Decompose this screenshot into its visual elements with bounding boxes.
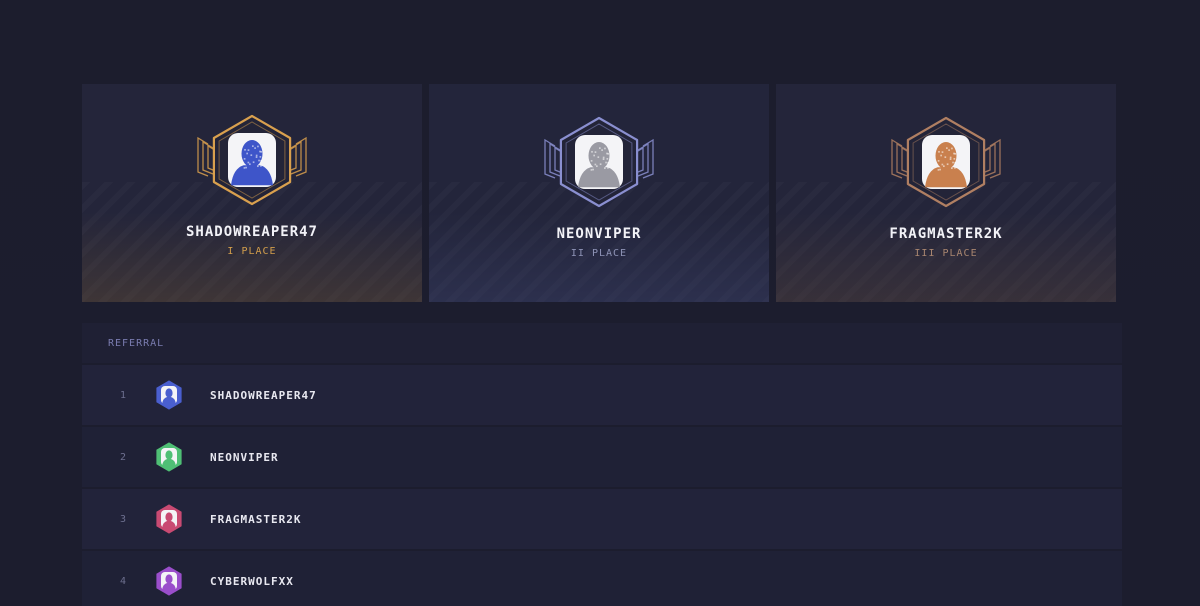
table-row[interactable]: 3 FRAGMASTER2K bbox=[82, 489, 1122, 549]
podium-place-label: III PLACE bbox=[914, 248, 978, 259]
table-header-label: REFERRAL bbox=[108, 337, 165, 349]
row-rank: 1 bbox=[119, 389, 127, 401]
table-row[interactable]: 1 SHADOWREAPER47 bbox=[82, 365, 1122, 425]
podium-player-name: FRAGMASTER2K bbox=[889, 226, 1003, 242]
referral-table: REFERRAL 1 SHADOWREAPER47 2 NEONVIPER 3 … bbox=[82, 323, 1122, 606]
avatar-icon bbox=[154, 566, 184, 596]
row-player-name: NEONVIPER bbox=[210, 450, 279, 464]
podium-place-label: II PLACE bbox=[570, 248, 628, 259]
avatar-icon bbox=[154, 380, 184, 410]
table-row[interactable]: 2 NEONVIPER bbox=[82, 427, 1122, 487]
avatar-icon bbox=[154, 504, 184, 534]
row-player-name: SHADOWREAPER47 bbox=[210, 388, 317, 402]
avatar-icon bbox=[154, 442, 184, 472]
podium-card-third[interactable]: FRAGMASTER2K III PLACE bbox=[776, 84, 1116, 302]
table-header: REFERRAL bbox=[82, 323, 1122, 363]
podium-player-name: NEONVIPER bbox=[556, 226, 642, 242]
rank-badge-silver-icon bbox=[541, 116, 657, 212]
leaderboard-page: SHADOWREAPER47 I PLACE NEONVIPER II PLAC… bbox=[0, 0, 1200, 606]
table-row[interactable]: 4 CYBERWOLFXX bbox=[82, 551, 1122, 606]
rank-badge-gold-icon bbox=[194, 114, 310, 210]
podium-player-name: SHADOWREAPER47 bbox=[185, 224, 318, 240]
row-rank: 4 bbox=[119, 575, 127, 587]
podium-card-second[interactable]: NEONVIPER II PLACE bbox=[429, 84, 769, 302]
podium: SHADOWREAPER47 I PLACE NEONVIPER II PLAC… bbox=[82, 84, 1116, 302]
row-rank: 3 bbox=[119, 513, 127, 525]
row-rank: 2 bbox=[119, 451, 127, 463]
row-player-name: FRAGMASTER2K bbox=[210, 512, 302, 526]
rank-badge-bronze-icon bbox=[888, 116, 1004, 212]
podium-place-label: I PLACE bbox=[227, 246, 277, 257]
podium-card-first[interactable]: SHADOWREAPER47 I PLACE bbox=[82, 84, 422, 302]
row-player-name: CYBERWOLFXX bbox=[210, 574, 294, 588]
